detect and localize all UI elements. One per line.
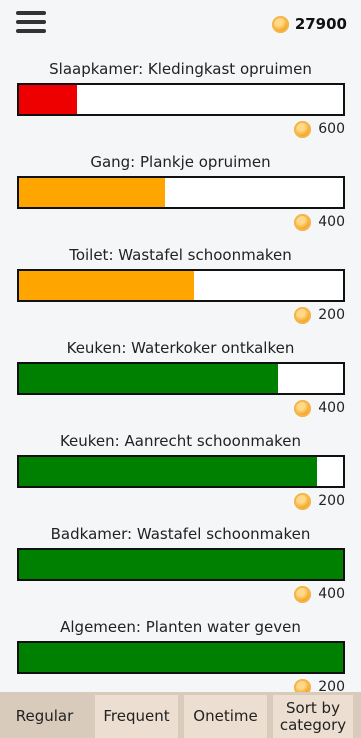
bottom-nav: Regular Frequent Onetime Sort by categor… <box>0 692 361 738</box>
task-progress-fill <box>19 643 343 672</box>
task-reward: 400 <box>294 399 345 417</box>
coin-icon <box>294 399 312 417</box>
task-progress-fill <box>19 457 318 486</box>
task-progress-bar[interactable] <box>17 548 345 581</box>
task-item: Badkamer: Wastafel schoonmaken 400 <box>0 521 361 614</box>
task-reward: 200 <box>294 306 345 324</box>
coin-icon <box>294 492 312 510</box>
task-progress-bar[interactable] <box>17 362 345 395</box>
task-progress-fill <box>19 271 194 300</box>
task-progress-fill <box>19 364 279 393</box>
task-title: Algemeen: Planten water geven <box>60 618 301 636</box>
task-progress-bar[interactable] <box>17 176 345 209</box>
tab-onetime[interactable]: Onetime <box>184 695 267 738</box>
balance-value: 27900 <box>294 15 347 33</box>
reward-value: 400 <box>318 214 345 230</box>
task-progress-bar[interactable] <box>17 269 345 302</box>
task-item: Keuken: Aanrecht schoonmaken 200 <box>0 428 361 521</box>
task-title: Keuken: Waterkoker ontkalken <box>66 339 295 357</box>
task-item: Slaapkamer: Kledingkast opruimen 600 <box>0 56 361 149</box>
task-title: Toilet: Wastafel schoonmaken <box>69 246 292 264</box>
task-title: Slaapkamer: Kledingkast opruimen <box>49 60 312 78</box>
task-progress-bar[interactable] <box>17 83 345 116</box>
task-item: Toilet: Wastafel schoonmaken 200 <box>0 242 361 335</box>
top-bar: 27900 <box>0 0 361 48</box>
task-item: Gang: Plankje opruimen 400 <box>0 149 361 242</box>
task-progress-fill <box>19 550 343 579</box>
task-list: Slaapkamer: Kledingkast opruimen 600 Gan… <box>0 56 361 707</box>
task-title: Keuken: Aanrecht schoonmaken <box>59 432 302 450</box>
task-reward: 200 <box>294 492 345 510</box>
coin-icon <box>271 15 289 33</box>
reward-value: 400 <box>318 400 345 416</box>
task-reward: 400 <box>294 585 345 603</box>
app-root: 27900 Slaapkamer: Kledingkast opruimen 6… <box>0 0 361 738</box>
task-reward: 600 <box>294 120 345 138</box>
task-title: Gang: Plankje opruimen <box>90 153 271 171</box>
reward-value: 400 <box>318 586 345 602</box>
sort-by-category-button[interactable]: Sort by category <box>273 695 353 738</box>
task-reward: 400 <box>294 213 345 231</box>
sort-label-line1: Sort by <box>286 698 340 717</box>
task-progress-fill <box>19 85 78 114</box>
sort-label-line2: category <box>279 715 347 734</box>
coin-balance: 27900 <box>271 14 347 34</box>
tab-regular[interactable]: Regular <box>0 695 89 738</box>
coin-icon <box>294 585 312 603</box>
task-progress-bar[interactable] <box>17 641 345 674</box>
task-title: Badkamer: Wastafel schoonmaken <box>50 525 311 543</box>
reward-value: 200 <box>318 493 345 509</box>
task-progress-bar[interactable] <box>17 455 345 488</box>
task-item: Keuken: Waterkoker ontkalken 400 <box>0 335 361 428</box>
coin-icon <box>294 306 312 324</box>
reward-value: 200 <box>318 307 345 323</box>
reward-value: 600 <box>318 121 345 137</box>
hamburger-menu-icon[interactable] <box>16 11 46 35</box>
coin-icon <box>294 120 312 138</box>
coin-icon <box>294 213 312 231</box>
task-progress-fill <box>19 178 165 207</box>
tab-frequent[interactable]: Frequent <box>95 695 178 738</box>
